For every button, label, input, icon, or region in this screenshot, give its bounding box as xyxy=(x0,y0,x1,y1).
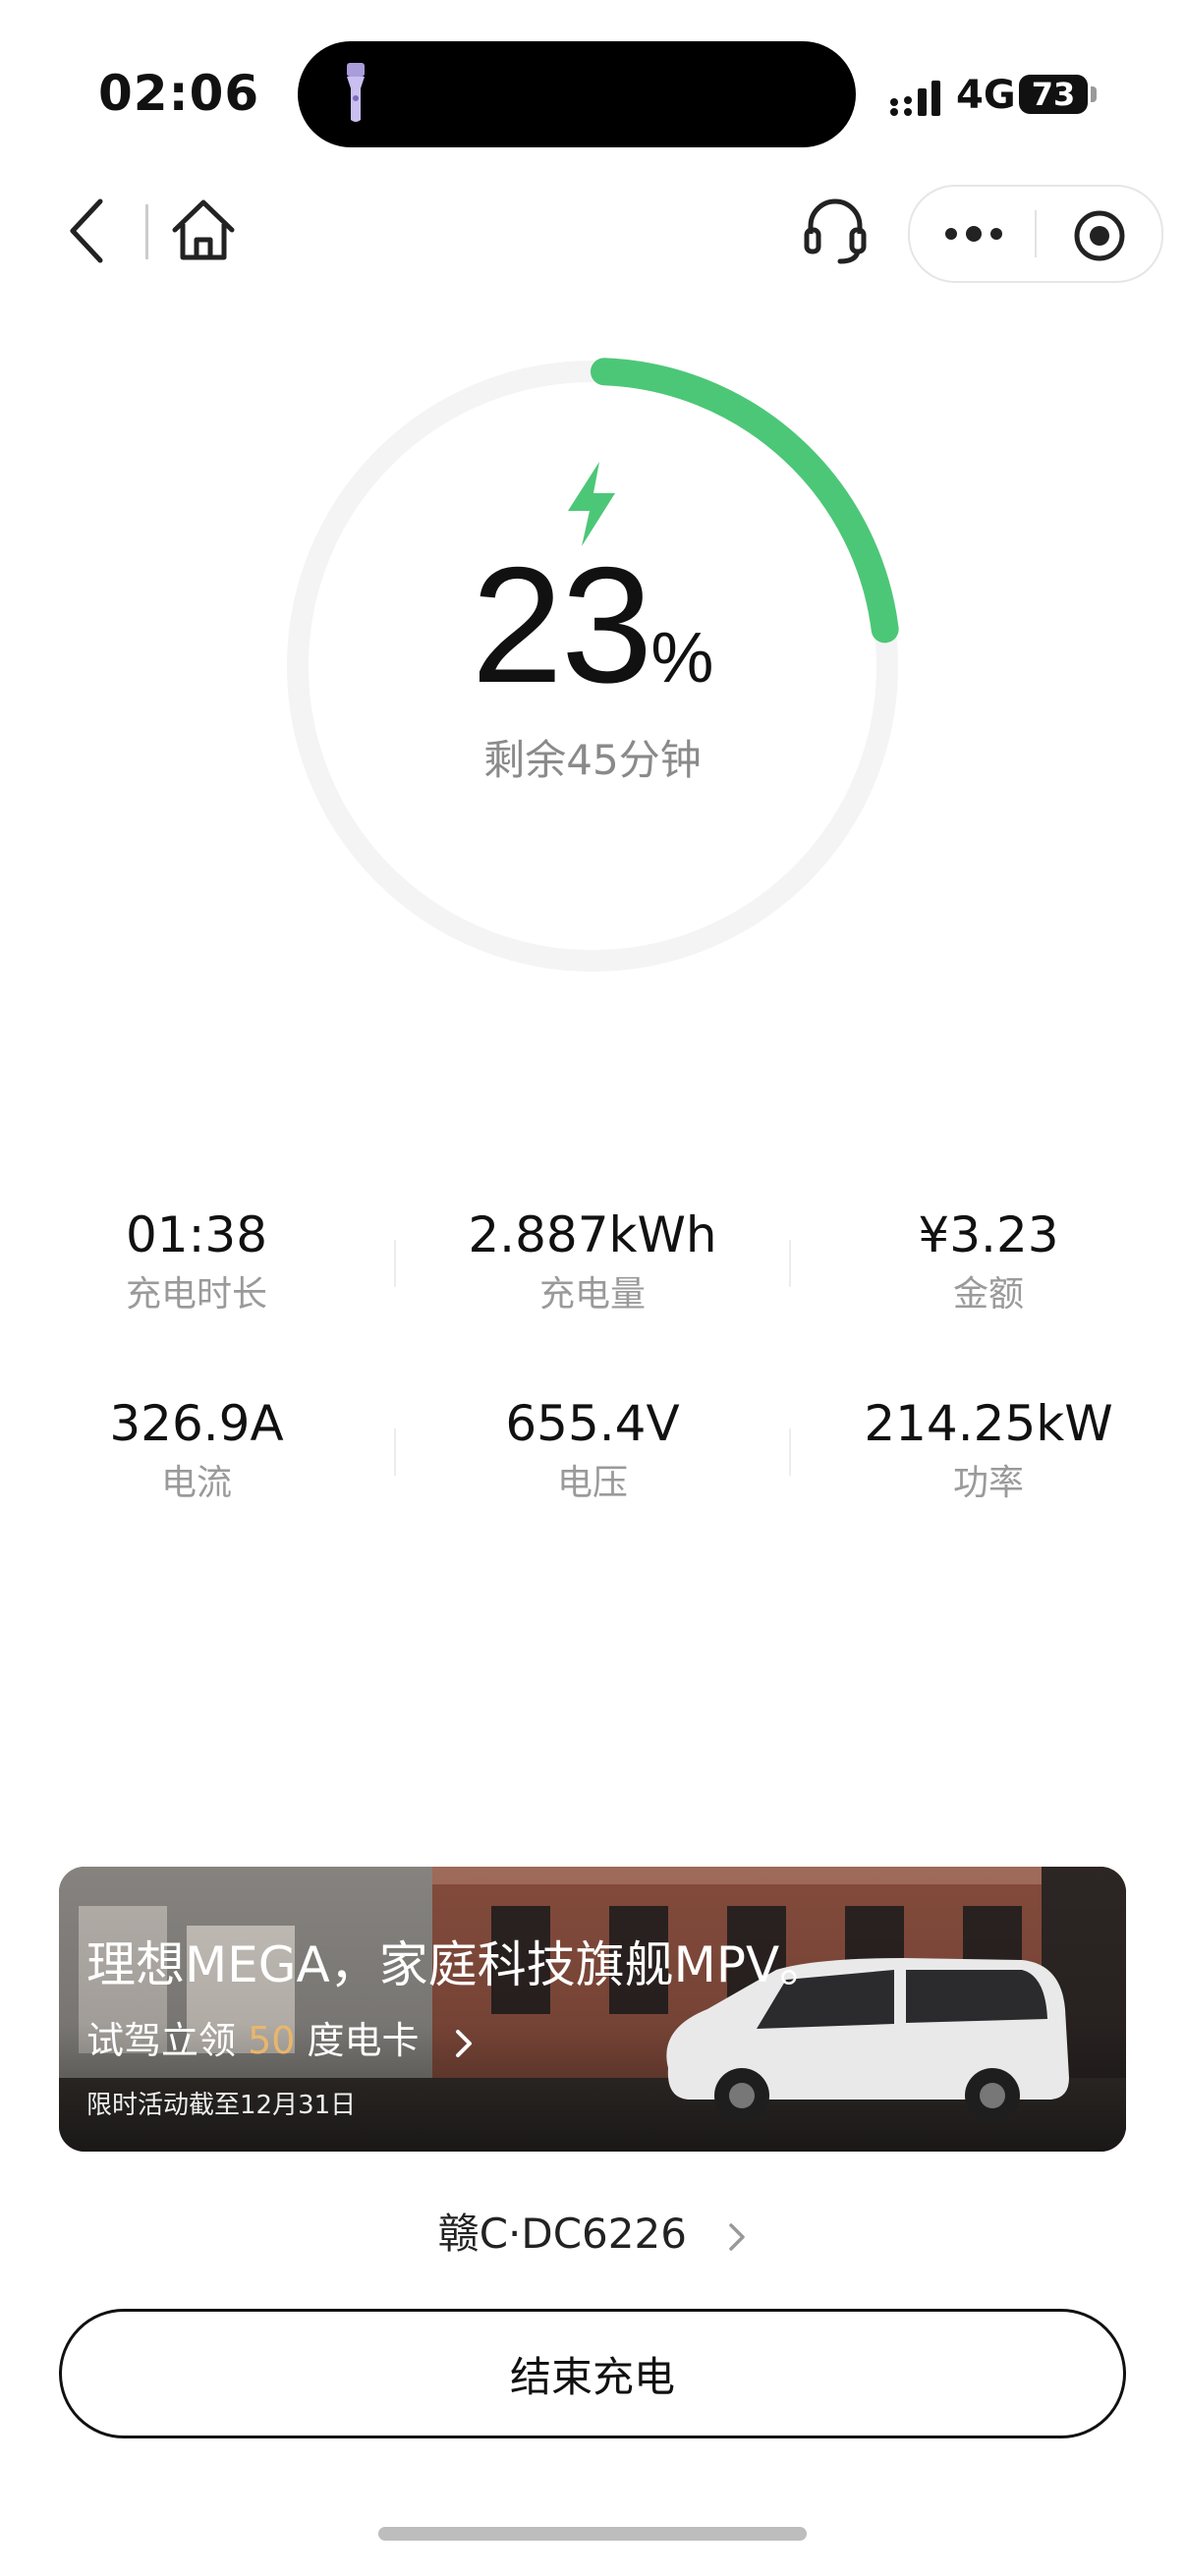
capsule-divider xyxy=(1035,210,1037,257)
stat-voltage: 655.4V 电压 xyxy=(396,1399,789,1501)
stat-label: 充电量 xyxy=(538,1274,646,1315)
remaining-time: 剩余45分钟 xyxy=(483,736,702,784)
home-icon[interactable] xyxy=(169,196,238,265)
battery-cap xyxy=(1091,86,1097,102)
stat-energy: 2.887kWh 充电量 xyxy=(396,1210,789,1313)
stat-divider xyxy=(394,1240,396,1287)
stat-power: 214.25kW 功率 xyxy=(792,1399,1185,1501)
stat-amount: ¥3.23 金额 xyxy=(792,1210,1185,1313)
banner-subtitle-highlight: 50 xyxy=(248,2019,296,2062)
stat-divider xyxy=(394,1428,396,1476)
battery-icon: 73 xyxy=(1019,75,1088,114)
home-indicator xyxy=(378,2527,807,2541)
flashlight-icon xyxy=(347,63,365,122)
stat-value: 2.887kWh xyxy=(468,1206,717,1263)
stat-value: 655.4V xyxy=(505,1395,680,1452)
stat-value: 214.25kW xyxy=(864,1395,1113,1452)
banner-note: 限时活动截至12月31日 xyxy=(86,2091,357,2120)
status-time: 02:06 xyxy=(98,65,260,122)
promo-banner[interactable]: 理想MEGA，家庭科技旗舰MPV。 试驾立领 50 度电卡 限时活动截至12月3… xyxy=(59,1867,1126,2152)
stat-current: 326.9A 电流 xyxy=(0,1399,393,1501)
chevron-right-icon xyxy=(729,2222,746,2251)
banner-subtitle-prefix: 试驾立领 xyxy=(86,2019,249,2062)
banner-subtitle-suffix: 度电卡 xyxy=(295,2019,420,2062)
stat-label: 功率 xyxy=(952,1463,1024,1503)
stat-label: 电流 xyxy=(160,1463,232,1503)
dynamic-island xyxy=(298,41,856,147)
banner-subtitle: 试驾立领 50 度电卡 xyxy=(86,2010,475,2064)
mini-program-capsule xyxy=(908,185,1163,283)
license-plate-selector[interactable]: 赣C·DC6226 xyxy=(0,2201,1185,2261)
end-charging-button[interactable]: 结束充电 xyxy=(59,2309,1126,2438)
network-type: 4G xyxy=(956,73,1016,118)
stat-label: 电压 xyxy=(556,1463,628,1503)
back-icon[interactable] xyxy=(59,192,118,270)
signal-icon xyxy=(890,81,940,116)
stat-label: 金额 xyxy=(952,1274,1024,1315)
banner-title: 理想MEGA，家庭科技旗舰MPV。 xyxy=(86,1936,829,1993)
more-icon[interactable] xyxy=(939,214,1008,253)
charge-percent: 23% xyxy=(0,531,1185,720)
headset-icon[interactable] xyxy=(801,195,870,265)
charge-percent-sign: % xyxy=(650,619,714,698)
license-plate: 赣C·DC6226 xyxy=(437,2210,687,2258)
chevron-right-icon xyxy=(455,2029,472,2057)
stat-value: 01:38 xyxy=(125,1206,268,1263)
stat-divider xyxy=(789,1240,791,1287)
nav-divider xyxy=(145,204,148,259)
stat-charge-duration: 01:38 充电时长 xyxy=(0,1210,393,1313)
stat-label: 充电时长 xyxy=(125,1274,267,1315)
stat-value: ¥3.23 xyxy=(918,1206,1059,1263)
stat-divider xyxy=(789,1428,791,1476)
target-icon[interactable] xyxy=(1072,208,1127,263)
stat-value: 326.9A xyxy=(109,1395,284,1452)
charge-percent-value: 23 xyxy=(471,532,653,717)
